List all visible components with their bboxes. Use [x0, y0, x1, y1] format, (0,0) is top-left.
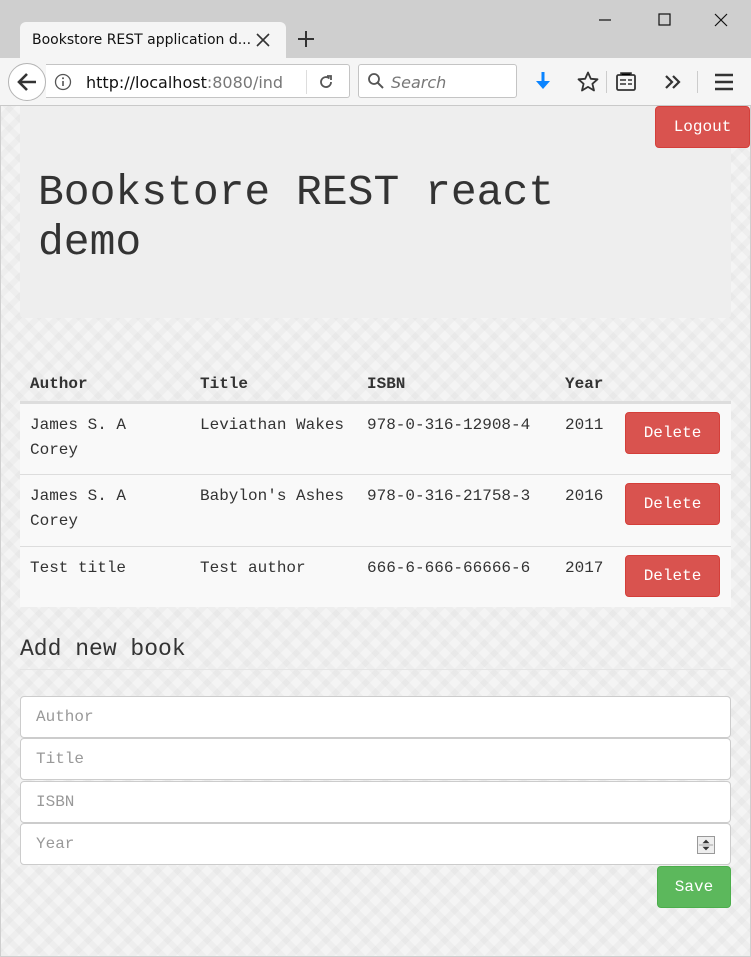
back-arrow-icon	[17, 73, 36, 91]
new-tab-icon[interactable]	[294, 27, 318, 51]
cell-actions: Delete	[615, 401, 731, 474]
cell-isbn: 978-0-316-21758-3	[357, 473, 555, 546]
column-header-year: Year	[555, 358, 615, 404]
table-row: Test title Test author 666-6-666-66666-6…	[20, 545, 731, 607]
cell-isbn: 978-0-316-12908-4	[357, 401, 555, 474]
toolbar-separator	[697, 71, 698, 93]
cell-title: Babylon's Ashes	[190, 473, 357, 546]
cell-author: James S. A Corey	[20, 473, 190, 546]
logout-button[interactable]: Logout	[655, 106, 750, 148]
search-placeholder: Search	[391, 73, 447, 92]
back-button[interactable]	[8, 63, 46, 101]
close-tab-icon[interactable]	[252, 29, 274, 51]
bookmark-star-icon[interactable]	[576, 70, 600, 94]
cell-year: 2011	[555, 401, 615, 474]
url-host: http://localhost	[86, 73, 207, 92]
cell-year: 2016	[555, 473, 615, 546]
author-input[interactable]: Author	[20, 696, 731, 738]
delete-button[interactable]: Delete	[625, 482, 720, 525]
table-row: James S. A Corey Babylon's Ashes 978-0-3…	[20, 473, 731, 546]
cell-author: Test title	[20, 545, 190, 607]
url-bar[interactable]: http://localhost:8080/ind	[46, 64, 350, 98]
maximize-icon[interactable]	[651, 8, 679, 32]
hamburger-menu-icon[interactable]	[712, 70, 736, 94]
minimize-icon[interactable]	[591, 8, 619, 32]
delete-button[interactable]: Delete	[625, 554, 720, 597]
table-row: James S. A Corey Leviathan Wakes 978-0-3…	[20, 401, 731, 474]
info-icon[interactable]	[54, 73, 72, 91]
reload-icon[interactable]	[316, 72, 336, 92]
column-header-title: Title	[190, 358, 357, 404]
page-content: Bookstore REST react demo Logout Author …	[1, 106, 750, 956]
search-icon	[368, 73, 384, 89]
download-icon[interactable]	[531, 70, 555, 94]
close-window-icon[interactable]	[707, 8, 735, 32]
cell-title: Test author	[190, 545, 357, 607]
browser-tab[interactable]: Bookstore REST application d...	[20, 22, 286, 58]
books-table: Author Title ISBN Year James S. A Corey …	[20, 358, 731, 607]
number-spinner-icon[interactable]	[697, 836, 715, 854]
overflow-chevron-icon[interactable]	[660, 70, 684, 94]
cell-actions: Delete	[615, 473, 731, 546]
toolbar-separator	[606, 71, 607, 93]
browser-titlebar: Bookstore REST application d...	[0, 0, 751, 58]
add-book-heading: Add new book	[20, 636, 186, 662]
table-header-row: Author Title ISBN Year	[20, 358, 731, 404]
column-header-actions	[615, 358, 731, 404]
column-header-author: Author	[20, 358, 190, 404]
browser-navbar: http://localhost:8080/ind Search	[0, 58, 751, 106]
page-title: Bookstore REST react demo	[38, 168, 555, 267]
reader-view-icon[interactable]	[614, 70, 638, 94]
cell-actions: Delete	[615, 545, 731, 607]
jumbotron: Bookstore REST react demo	[20, 106, 731, 318]
cell-author: James S. A Corey	[20, 401, 190, 474]
search-bar[interactable]: Search	[358, 64, 517, 98]
url-separator	[306, 70, 307, 94]
year-placeholder: Year	[36, 835, 75, 853]
tab-title: Bookstore REST application d...	[32, 32, 252, 48]
delete-button[interactable]: Delete	[625, 411, 720, 454]
save-button[interactable]: Save	[657, 866, 731, 908]
isbn-input[interactable]: ISBN	[20, 781, 731, 823]
cell-year: 2017	[555, 545, 615, 607]
column-header-isbn: ISBN	[357, 358, 555, 404]
url-path: :8080/ind	[206, 73, 284, 92]
year-input[interactable]: Year	[20, 823, 731, 865]
cell-isbn: 666-6-666-66666-6	[357, 545, 555, 607]
divider	[20, 669, 731, 670]
title-input[interactable]: Title	[20, 738, 731, 780]
url-text[interactable]: http://localhost:8080/ind	[86, 73, 306, 92]
cell-title: Leviathan Wakes	[190, 401, 357, 474]
